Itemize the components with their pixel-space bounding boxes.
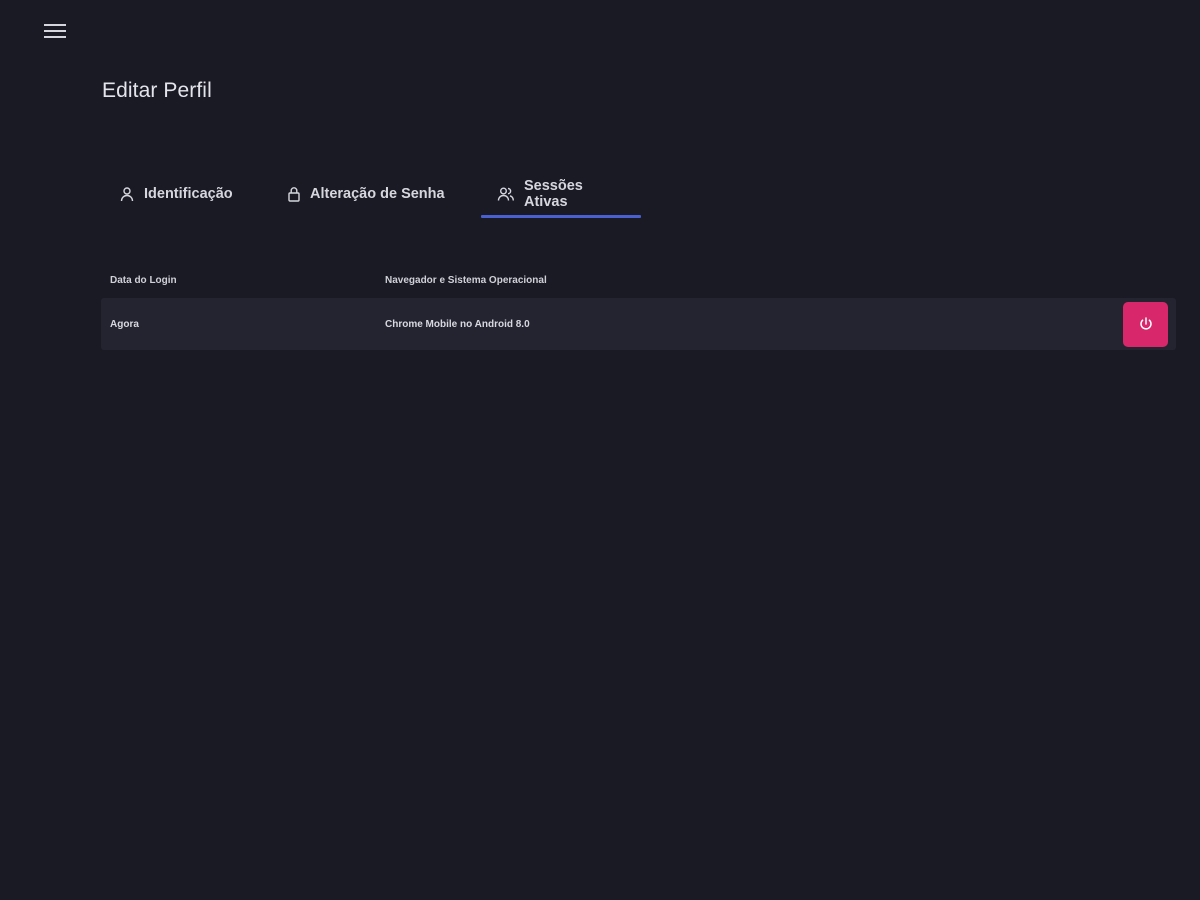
column-header-browser: Navegador e Sistema Operacional [385,274,547,286]
tab-label: Identificação [144,186,233,202]
hamburger-menu-icon [44,23,66,39]
tab-identificacao[interactable]: Identificação [102,172,252,216]
lock-icon [287,186,301,202]
table-header: Data do Login Navegador e Sistema Operac… [101,262,1176,298]
tab-label: Sessões Ativas [524,178,583,210]
power-icon [1138,316,1154,332]
session-browser: Chrome Mobile no Android 8.0 [385,318,530,330]
menu-button[interactable] [36,14,74,48]
end-session-button[interactable] [1123,301,1168,347]
profile-tabs: Identificação Alteração de Senha Sessões… [102,172,641,218]
sessions-table: Data do Login Navegador e Sistema Operac… [101,262,1176,350]
tab-label: Alteração de Senha [310,186,445,202]
session-action-cell [1116,301,1176,347]
tab-alteracao-senha[interactable]: Alteração de Senha [252,172,462,216]
page-title: Editar Perfil [102,79,212,102]
users-icon [497,186,515,202]
user-icon [119,186,135,202]
column-header-date: Data do Login [110,274,177,286]
tab-sessoes-ativas[interactable]: Sessões Ativas [481,172,641,218]
session-date: Agora [110,318,139,330]
table-row: Agora Chrome Mobile no Android 8.0 [101,298,1176,350]
